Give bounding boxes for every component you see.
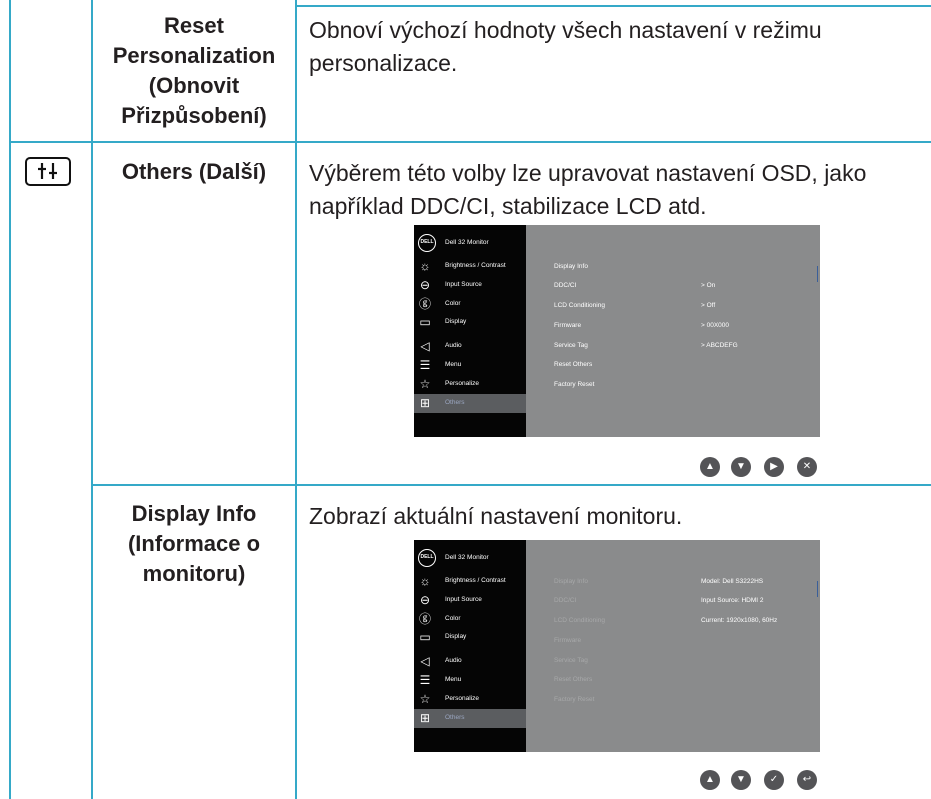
osd-info-value: Model: Dell S3222HS: [701, 578, 764, 585]
osd-menu-label: Personalize: [445, 380, 479, 387]
osd-menu-item-color: ⓖ Color: [414, 295, 526, 314]
osd-menu-label: Display: [445, 633, 467, 640]
color-icon: ⓖ: [418, 297, 431, 311]
right-icon: ▶: [764, 457, 784, 477]
osd-menu-label: Color: [445, 615, 461, 622]
personalize-icon: ☆: [419, 692, 431, 706]
others-icon: [25, 157, 71, 186]
row-label-others: Others (Další): [121, 159, 267, 184]
osd-submenu-item: LCD Conditioning: [554, 302, 605, 309]
row-label-display-info: Display Info (Informace o monitoru): [127, 501, 261, 586]
up-icon: ▲: [700, 770, 720, 790]
osd-submenu-item: Display Info: [554, 578, 588, 585]
osd-title: Dell 32 Monitor: [445, 239, 489, 246]
osd-menu-item-brightness: ☼ Brightness / Contrast: [414, 257, 526, 276]
osd-menu-label: Audio: [445, 657, 462, 664]
osd-menu-label: Color: [445, 300, 461, 307]
osd-submenu-item: Firmware: [554, 637, 582, 644]
others-icon: ⊞: [419, 711, 431, 725]
row-label-reset-personalization: Reset Personalization (Obnovit Přizpůsob…: [112, 13, 276, 128]
osd-menu-item-menu: ☰ Menu: [414, 356, 526, 375]
osd-value: > On: [701, 282, 716, 289]
osd-menu-item-audio: ◁ Audio: [414, 652, 526, 671]
table-row-divider: [91, 484, 931, 486]
osd-menu-label: Input Source: [445, 596, 482, 603]
input-source-icon: ⊖: [419, 278, 431, 292]
osd-screenshot-others: DELL Dell 32 Monitor ☼ Brightness / Cont…: [414, 225, 820, 437]
display-icon: ▭: [419, 315, 431, 329]
osd-scroll-indicator: [817, 581, 818, 597]
osd-submenu-item: Firmware: [554, 322, 582, 329]
dell-logo: DELL: [418, 549, 436, 567]
osd-menu-label: Others: [445, 714, 465, 721]
osd-submenu-item: Reset Others: [554, 676, 593, 683]
dell-logo: DELL: [418, 234, 436, 252]
down-icon: ▼: [731, 770, 751, 790]
table-border-top: [295, 5, 931, 7]
brightness-icon: ☼: [419, 259, 431, 273]
osd-submenu-item: Service Tag: [554, 657, 588, 664]
osd-info-value: Input Source: HDMI 2: [701, 597, 764, 604]
menu-icon: ☰: [419, 673, 431, 687]
check-icon: ✓: [764, 770, 784, 790]
osd-menu-item-display: ▭ Display: [414, 313, 526, 332]
osd-menu-item-others: ⊞ Others: [414, 709, 526, 728]
osd-submenu-item: Service Tag: [554, 342, 588, 349]
osd-submenu-item: Display Info: [554, 263, 588, 270]
osd-screenshot-display-info: DELL Dell 32 Monitor ☼ Brightness / Cont…: [414, 540, 820, 752]
close-icon: ✕: [797, 457, 817, 477]
osd-scroll-indicator: [817, 266, 818, 282]
table-border-col1: [91, 0, 93, 799]
brightness-icon: ☼: [419, 574, 431, 588]
osd-menu-label: Display: [445, 318, 467, 325]
audio-icon: ◁: [420, 654, 430, 668]
osd-menu-label: Others: [445, 399, 465, 406]
down-icon: ▼: [731, 457, 751, 477]
osd-menu-item-menu: ☰ Menu: [414, 671, 526, 690]
osd-menu-label: Audio: [445, 342, 462, 349]
osd-value: > Off: [701, 302, 716, 309]
osd-submenu-item: Factory Reset: [554, 696, 595, 703]
up-icon: ▲: [700, 457, 720, 477]
osd-menu-item-others: ⊞ Others: [414, 394, 526, 413]
table-row-divider: [9, 141, 931, 143]
row-description-display-info: Zobrazí aktuální nastavení monitoru.: [309, 503, 683, 529]
osd-submenu-item: LCD Conditioning: [554, 617, 605, 624]
osd-submenu-item: Factory Reset: [554, 381, 595, 388]
osd-menu-item-color: ⓖ Color: [414, 610, 526, 629]
color-icon: ⓖ: [418, 612, 431, 626]
osd-menu-item-personalize: ☆ Personalize: [414, 690, 526, 709]
row-description-others: Výběrem této volby lze upravovat nastave…: [309, 160, 867, 219]
table-border-left: [9, 0, 11, 799]
osd-submenu-item: Reset Others: [554, 361, 593, 368]
back-icon: ↩: [797, 770, 817, 790]
audio-icon: ◁: [420, 339, 430, 353]
osd-menu-item-brightness: ☼ Brightness / Contrast: [414, 572, 526, 591]
osd-menu-label: Input Source: [445, 281, 482, 288]
osd-menu-label: Personalize: [445, 695, 479, 702]
osd-submenu-item: DDC/CI: [554, 282, 577, 289]
osd-info-value: Current: 1920x1080, 60Hz: [701, 617, 778, 624]
osd-menu-label: Menu: [445, 676, 462, 683]
osd-menu-item-personalize: ☆ Personalize: [414, 375, 526, 394]
osd-menu-label: Brightness / Contrast: [445, 262, 506, 269]
osd-menu-label: Brightness / Contrast: [445, 577, 506, 584]
personalize-icon: ☆: [419, 377, 431, 391]
display-icon: ▭: [419, 630, 431, 644]
osd-menu-item-input-source: ⊖ Input Source: [414, 591, 526, 610]
others-icon: ⊞: [419, 396, 431, 410]
osd-menu-label: Menu: [445, 361, 462, 368]
row-description-reset-personalization: Obnoví výchozí hodnoty všech nastavení v…: [309, 17, 822, 76]
osd-title: Dell 32 Monitor: [445, 554, 489, 561]
osd-value: > 00X000: [701, 322, 730, 329]
input-source-icon: ⊖: [419, 593, 431, 607]
table-border-col2: [295, 0, 297, 799]
menu-icon: ☰: [419, 358, 431, 372]
osd-submenu-item: DDC/CI: [554, 597, 577, 604]
osd-value: > ABCDEFG: [701, 342, 738, 349]
osd-menu-item-display: ▭ Display: [414, 628, 526, 647]
osd-menu-item-audio: ◁ Audio: [414, 337, 526, 356]
osd-menu-item-input-source: ⊖ Input Source: [414, 276, 526, 295]
